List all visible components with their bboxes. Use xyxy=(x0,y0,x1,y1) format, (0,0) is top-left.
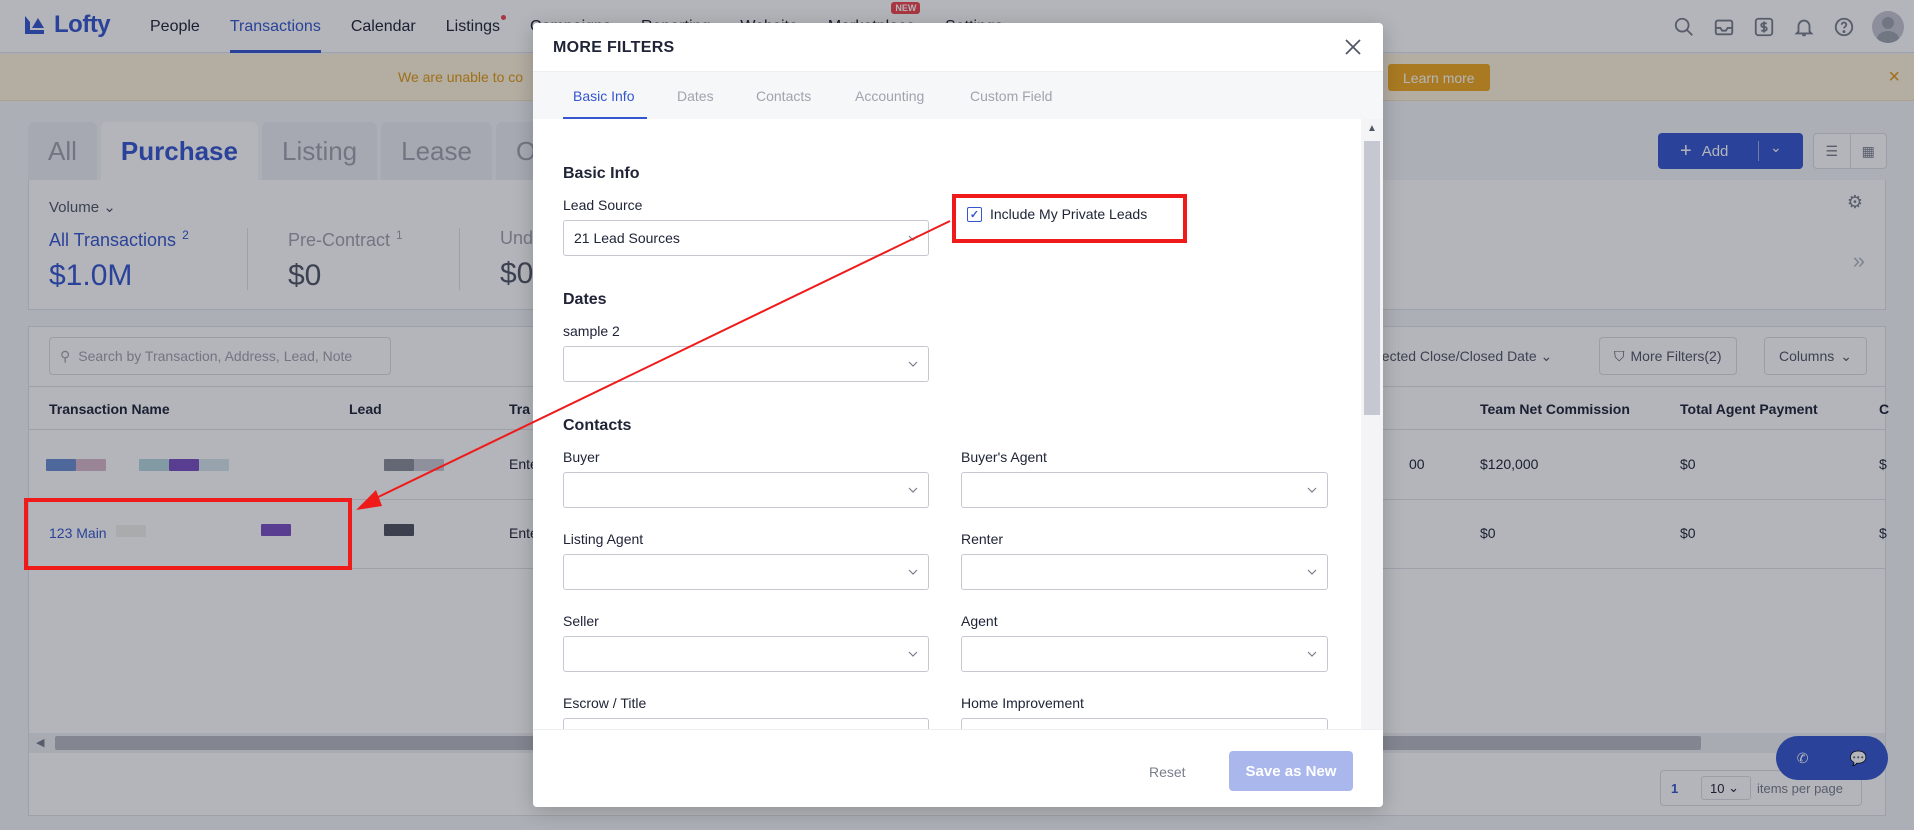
buyer-select[interactable] xyxy=(563,472,929,508)
agent-label: Agent xyxy=(961,613,998,629)
modal-title: MORE FILTERS xyxy=(553,39,675,56)
annotation-highlight-checkbox xyxy=(952,194,1187,243)
escrow-title-label: Escrow / Title xyxy=(563,695,647,711)
seller-select[interactable] xyxy=(563,636,929,672)
reset-button[interactable]: Reset xyxy=(1149,764,1186,780)
chevron-down-icon xyxy=(1307,487,1317,493)
renter-label: Renter xyxy=(961,531,1004,547)
annotation-highlight-row xyxy=(24,498,352,570)
vertical-scrollbar[interactable]: ▲ ▼ xyxy=(1361,119,1383,749)
renter-select[interactable] xyxy=(961,554,1328,590)
chevron-down-icon xyxy=(1307,569,1317,575)
sample-2-select[interactable] xyxy=(563,346,929,382)
section-heading-basic-info: Basic Info xyxy=(563,165,640,182)
section-heading-contacts: Contacts xyxy=(563,417,632,434)
lead-source-label: Lead Source xyxy=(563,197,643,213)
chevron-down-icon xyxy=(908,235,918,241)
lead-source-value: 21 Lead Sources xyxy=(574,230,680,246)
more-filters-modal: MORE FILTERS Basic Info Dates Contacts A… xyxy=(533,23,1383,807)
seller-label: Seller xyxy=(563,613,599,629)
tab-dates[interactable]: Dates xyxy=(677,88,714,104)
chevron-down-icon xyxy=(908,361,918,367)
chevron-down-icon xyxy=(908,569,918,575)
section-heading-dates: Dates xyxy=(563,291,607,308)
agent-select[interactable] xyxy=(961,636,1328,672)
chevron-down-icon xyxy=(1307,651,1317,657)
tab-contacts[interactable]: Contacts xyxy=(756,88,811,104)
modal-tabs: Basic Info Dates Contacts Accounting Cus… xyxy=(533,71,1383,120)
buyers-agent-select[interactable] xyxy=(961,472,1328,508)
save-as-new-button[interactable]: Save as New xyxy=(1229,751,1353,791)
chevron-down-icon xyxy=(908,651,918,657)
lead-source-select[interactable]: 21 Lead Sources xyxy=(563,220,929,256)
sample-2-label: sample 2 xyxy=(563,323,620,339)
tab-basic-info[interactable]: Basic Info xyxy=(573,88,634,104)
tab-custom-field[interactable]: Custom Field xyxy=(970,88,1052,104)
modal-footer: Reset Save as New xyxy=(533,729,1383,807)
chevron-down-icon xyxy=(908,487,918,493)
scrollbar-thumb[interactable] xyxy=(1364,141,1380,415)
tab-accounting[interactable]: Accounting xyxy=(855,88,924,104)
buyer-label: Buyer xyxy=(563,449,600,465)
close-icon[interactable] xyxy=(1341,35,1365,59)
buyers-agent-label: Buyer's Agent xyxy=(961,449,1047,465)
home-improvement-label: Home Improvement xyxy=(961,695,1084,711)
scroll-up-icon[interactable]: ▲ xyxy=(1367,123,1377,134)
listing-agent-select[interactable] xyxy=(563,554,929,590)
listing-agent-label: Listing Agent xyxy=(563,531,644,547)
